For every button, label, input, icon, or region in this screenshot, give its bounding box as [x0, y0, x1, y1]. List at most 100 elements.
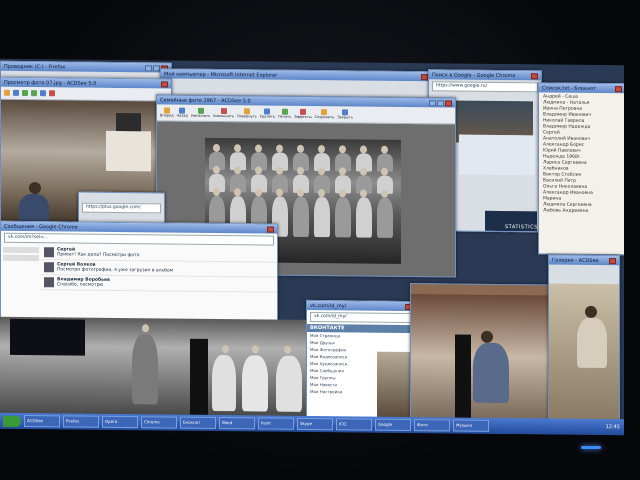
close-button[interactable] — [445, 99, 452, 106]
delete-icon[interactable] — [49, 90, 55, 97]
toolbar-button[interactable]: Закрыть — [337, 109, 353, 119]
person-body — [473, 342, 509, 404]
titlebar[interactable]: vk.com/id_my/ — [307, 300, 415, 312]
chat-row[interactable]: Владимир Воробьев Спасибо, посмотрю — [41, 275, 277, 293]
toolbar-label: Повернуть — [237, 114, 257, 119]
desktop-screen: Проводник (C:) - Firefox Мой компьютер -… — [0, 58, 624, 436]
minimize-button[interactable] — [429, 99, 436, 106]
titlebar[interactable]: Проводник (C:) - Firefox — [1, 61, 171, 73]
address-bar[interactable]: https://plus.google.com/ — [82, 202, 161, 214]
dark-object — [455, 334, 471, 419]
person-head — [255, 188, 262, 197]
chat-body: Сергей Привет! Как дела? Посмотри фото Сер… — [1, 245, 277, 293]
person-head — [585, 305, 597, 318]
titlebar[interactable]: Мой компьютер - Microsoft Internet Explo… — [161, 69, 431, 82]
toolbar-button[interactable]: Вперед — [160, 107, 174, 118]
window-title: Проводник (C:) - Firefox — [4, 63, 66, 70]
toolbar-button[interactable]: Назад — [177, 107, 188, 118]
person-head — [297, 166, 304, 175]
titlebar[interactable]: Сообщения - Google Chrome — [1, 221, 277, 234]
window-title: vk.com/id_my/ — [310, 302, 347, 309]
window-title: Галерея - ACDSee — [552, 257, 599, 264]
close-button[interactable] — [609, 257, 616, 264]
notepad-text[interactable]: Андрей - Саша Людмила - Наталья Ирина Петр… — [539, 92, 624, 217]
address-bar[interactable]: vk.com/im?sel=... — [4, 232, 274, 246]
toolbar-button[interactable]: Удалить — [260, 108, 275, 119]
address-bar[interactable]: vk.com/id_my/ — [310, 311, 412, 324]
person-head — [481, 330, 493, 343]
vk-window[interactable]: vk.com/id_my/ vk.com/id_my/ ВКОНТАКТЕ Мо… — [306, 299, 416, 422]
sidebar-line — [3, 254, 39, 262]
window-title: Список.txt - Блокнот — [542, 84, 597, 92]
kitchen-photo — [411, 294, 551, 420]
person-head — [234, 188, 241, 197]
taskbar-button[interactable]: Firefox — [63, 415, 99, 428]
power-led — [581, 446, 601, 449]
taskbar-button[interactable]: Word — [219, 417, 255, 430]
person-head — [339, 189, 346, 198]
taskbar-button[interactable]: Opera — [102, 415, 138, 429]
person-body — [293, 196, 309, 237]
forward-icon[interactable] — [13, 89, 19, 96]
person-head — [29, 182, 41, 195]
toolbar-label: Вперед — [160, 113, 174, 118]
maximize-button[interactable] — [153, 64, 160, 71]
toolbar-button[interactable]: Эффекты — [294, 108, 312, 119]
titlebar[interactable]: Галерея - ACDSee — [549, 255, 619, 266]
toolbar-label: Эффекты — [294, 114, 312, 119]
zoom-out-icon[interactable] — [31, 90, 37, 97]
taskbar-button[interactable]: Фото — [414, 419, 450, 432]
person-head — [297, 188, 304, 197]
person-head — [318, 145, 325, 154]
person-head — [252, 345, 259, 354]
taskbar-button[interactable]: ACDSee — [24, 414, 60, 428]
taskbar-button[interactable]: Paint — [258, 417, 294, 430]
tv-set — [106, 130, 151, 172]
toolbar-button[interactable]: Повернуть — [237, 108, 257, 118]
start-button[interactable] — [3, 415, 21, 427]
titlebar[interactable]: Поиск в Google - Google Chrome — [429, 70, 541, 81]
person-head — [234, 166, 241, 175]
taskbar-button[interactable]: Skype — [297, 417, 333, 431]
close-button[interactable] — [161, 80, 168, 87]
kitchen-photo-window[interactable] — [410, 283, 552, 421]
notepad-window[interactable]: Список.txt - Блокнот Андрей - Саша Людмил… — [538, 82, 624, 256]
chat-window[interactable]: Сообщения - Google Chrome vk.com/im?sel=… — [0, 220, 278, 322]
person-head — [276, 188, 283, 197]
minimize-button[interactable] — [145, 64, 152, 71]
maximize-button[interactable] — [437, 99, 444, 106]
avatar[interactable] — [44, 277, 54, 288]
bottom-right-window[interactable]: Галерея - ACDSee — [548, 254, 620, 422]
back-icon[interactable] — [4, 89, 10, 96]
address-bar[interactable]: https://www.google.ru/ — [432, 81, 538, 93]
toolbar-button[interactable]: Печать — [278, 108, 291, 119]
toolbar-button[interactable]: Сохранить — [315, 109, 334, 119]
person-head — [213, 143, 220, 153]
toolbar-label: Уменьшить — [213, 113, 235, 119]
taskbar-button[interactable]: Блокнот — [180, 416, 216, 429]
taskbar-button[interactable]: Chrome — [141, 416, 177, 429]
avatar[interactable] — [44, 247, 54, 258]
person-head — [213, 187, 220, 197]
avatar[interactable] — [44, 262, 54, 273]
person-head — [234, 144, 241, 153]
close-button[interactable] — [531, 72, 538, 79]
close-button[interactable] — [421, 73, 428, 80]
person-head — [339, 167, 346, 176]
person-head — [360, 167, 367, 176]
rotate-icon[interactable] — [40, 90, 46, 97]
person-body — [242, 355, 268, 412]
bottom-group-photo — [0, 316, 306, 416]
zoom-in-icon[interactable] — [22, 89, 28, 97]
taskbar-button[interactable]: Музыка — [453, 419, 489, 432]
viewer-toolbar: Вперед Назад Увеличить Уменьшить Повернуть Уд… — [157, 104, 455, 125]
toolbar-button[interactable]: Уменьшить — [213, 108, 234, 118]
person-head — [142, 324, 149, 333]
person-body — [314, 197, 330, 238]
taskbar-button[interactable]: Google — [375, 418, 411, 432]
close-button[interactable] — [267, 226, 274, 233]
close-button[interactable] — [615, 85, 622, 92]
taskbar-button[interactable]: ICQ — [336, 418, 372, 431]
small-browser-window[interactable]: https://plus.google.com/ — [78, 191, 165, 225]
toolbar-button[interactable]: Увеличить — [191, 107, 210, 118]
